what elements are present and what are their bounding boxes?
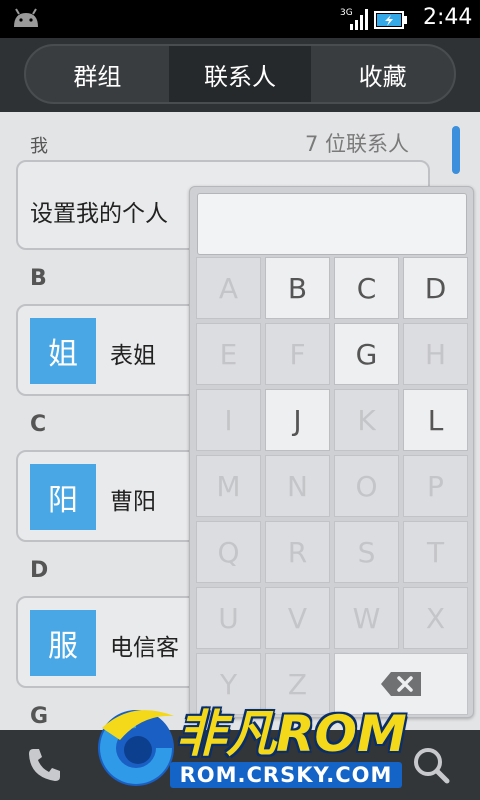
- alpha-key-r[interactable]: R: [265, 521, 330, 583]
- network-type: 3G: [340, 8, 353, 18]
- alpha-key-a[interactable]: A: [196, 257, 261, 319]
- alpha-key-w[interactable]: W: [334, 587, 399, 649]
- alpha-key-v[interactable]: V: [265, 587, 330, 649]
- avatar: 姐: [30, 318, 96, 384]
- tab-contacts[interactable]: 联系人: [168, 46, 312, 102]
- alpha-key-u[interactable]: U: [196, 587, 261, 649]
- phone-icon[interactable]: [24, 744, 66, 786]
- alpha-key-l[interactable]: L: [403, 389, 468, 451]
- alpha-key-x[interactable]: X: [403, 587, 468, 649]
- alpha-key-b[interactable]: B: [265, 257, 330, 319]
- alpha-index-popup: ABCDEFGHIJKLMNOPQRSTUVWXYZ: [189, 186, 474, 718]
- alpha-key-p[interactable]: P: [403, 455, 468, 517]
- alpha-key-d[interactable]: D: [403, 257, 468, 319]
- scrollbar-thumb[interactable]: [452, 126, 460, 174]
- alpha-key-m[interactable]: M: [196, 455, 261, 517]
- contact-name: 电信客: [110, 635, 179, 661]
- contact-name: 表姐: [110, 343, 156, 369]
- avatar: 服: [30, 610, 96, 676]
- me-profile-text: 设置我的个人: [30, 201, 168, 227]
- section-header-b: B: [30, 266, 47, 291]
- alpha-key-g[interactable]: G: [334, 323, 399, 385]
- status-bar: 3G 2:44: [0, 0, 480, 38]
- section-header-me: 我: [30, 136, 48, 157]
- section-header-d: D: [30, 558, 49, 583]
- alpha-key-i[interactable]: I: [196, 389, 261, 451]
- alpha-key-k[interactable]: K: [334, 389, 399, 451]
- section-header-g: G: [30, 704, 49, 729]
- alpha-key-e[interactable]: E: [196, 323, 261, 385]
- alpha-key-j[interactable]: J: [265, 389, 330, 451]
- crsky-logo-icon: [98, 710, 174, 786]
- alpha-key-c[interactable]: C: [334, 257, 399, 319]
- alpha-key-q[interactable]: Q: [196, 521, 261, 583]
- clock: 2:44: [423, 5, 473, 30]
- alpha-search-field[interactable]: [197, 193, 467, 255]
- watermark: 非凡ROM ROM.CRSKY.COM: [92, 694, 408, 796]
- alpha-key-s[interactable]: S: [334, 521, 399, 583]
- contact-name: 曹阳: [110, 489, 156, 515]
- tab-favorites[interactable]: 收藏: [311, 46, 454, 102]
- alpha-key-h[interactable]: H: [403, 323, 468, 385]
- alpha-key-n[interactable]: N: [265, 455, 330, 517]
- alpha-key-f[interactable]: F: [265, 323, 330, 385]
- battery-icon: [374, 11, 407, 29]
- search-icon[interactable]: [410, 744, 452, 786]
- signal-icon: 3G: [340, 8, 368, 30]
- tab-groups[interactable]: 群组: [26, 46, 169, 102]
- watermark-url: ROM.CRSKY.COM: [170, 762, 402, 788]
- avatar: 阳: [30, 464, 96, 530]
- contact-count: 7 位联系人: [305, 132, 410, 156]
- tab-bar: 群组 联系人 收藏: [0, 38, 480, 112]
- watermark-brand: 非凡ROM: [176, 705, 407, 763]
- alpha-key-grid: ABCDEFGHIJKLMNOPQRSTUVWXYZ: [196, 257, 468, 715]
- alpha-key-o[interactable]: O: [334, 455, 399, 517]
- android-icon: [14, 8, 38, 27]
- section-header-c: C: [30, 412, 47, 437]
- alpha-key-t[interactable]: T: [403, 521, 468, 583]
